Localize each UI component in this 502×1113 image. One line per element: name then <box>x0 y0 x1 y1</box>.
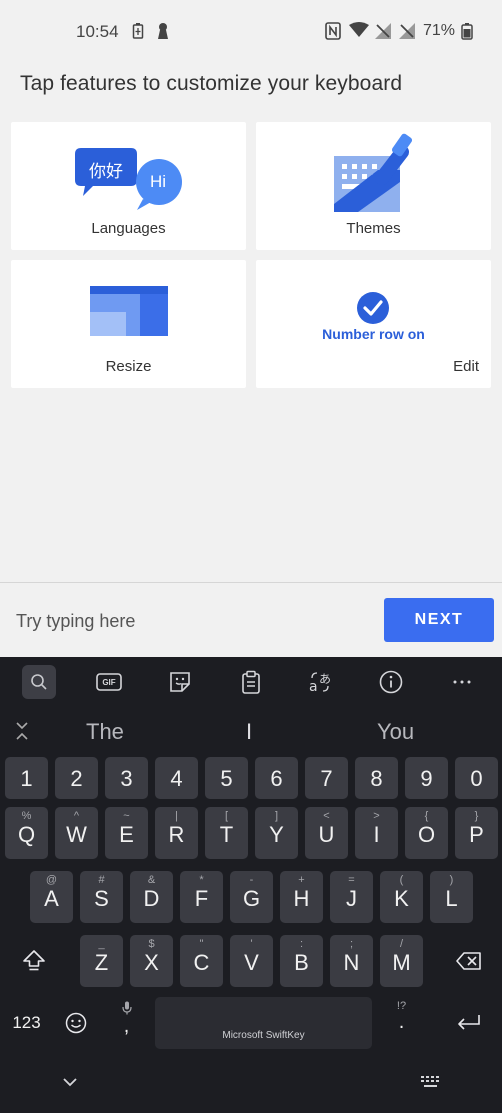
typing-input[interactable]: Try typing here <box>16 611 135 632</box>
chevron-down-icon[interactable] <box>62 1075 78 1093</box>
svg-text:あ: あ <box>319 672 331 686</box>
enter-key[interactable] <box>440 997 498 1049</box>
backspace-key[interactable] <box>440 935 498 987</box>
key-v[interactable]: ' V <box>230 935 273 987</box>
key-x[interactable]: $ X <box>130 935 173 987</box>
input-row: Try typing here NEXT <box>0 583 502 657</box>
battery-icon <box>461 22 473 45</box>
languages-card[interactable]: 你好 Hi Languages <box>11 122 246 250</box>
next-button[interactable]: NEXT <box>384 598 494 642</box>
suggestion-2[interactable]: I <box>246 719 252 745</box>
key-s[interactable]: # S <box>80 871 123 923</box>
key-z[interactable]: _ Z <box>80 935 123 987</box>
more-icon[interactable] <box>445 665 479 699</box>
themes-label: Themes <box>346 220 401 237</box>
battery-percent: 71% <box>423 22 456 39</box>
edit-card[interactable]: Number row on Edit <box>256 260 491 388</box>
key-f[interactable]: * F <box>180 871 223 923</box>
status-bar: 10:54 71% <box>0 0 502 46</box>
page-title: Tap features to customize your keyboard <box>20 72 403 95</box>
hi-bubble-text: Hi <box>150 172 167 191</box>
key-b[interactable]: :B <box>280 935 323 987</box>
emoji-key[interactable] <box>55 997 98 1049</box>
keyboard: GIF a あ The I You 1 2 3 4 5 6 7 8 9 0 % Q… <box>0 657 502 1113</box>
key-8[interactable]: 8 <box>355 757 398 799</box>
wifi-icon <box>349 22 369 43</box>
resize-label: Resize <box>105 358 152 375</box>
key-0[interactable]: 0 <box>455 757 498 799</box>
signal-off-icon <box>374 22 392 45</box>
translate-icon[interactable]: a あ <box>304 665 338 699</box>
key-9[interactable]: 9 <box>405 757 448 799</box>
key-j[interactable]: = J <box>330 871 373 923</box>
key-k[interactable]: (K <box>380 871 423 923</box>
number-row-status: Number row on <box>322 326 425 342</box>
key-c[interactable]: " C <box>180 935 223 987</box>
key-y[interactable]: ] Y <box>255 807 298 859</box>
gif-label: GIF <box>102 677 116 687</box>
key-l[interactable]: ) L <box>430 871 473 923</box>
keyhole-icon <box>156 22 170 45</box>
chinese-bubble-text: 你好 <box>89 162 123 182</box>
key-u[interactable]: < U <box>305 807 348 859</box>
key-n[interactable]: ; N <box>330 935 373 987</box>
check-circle-icon <box>356 291 390 330</box>
nfc-icon <box>325 22 341 45</box>
customize-panel: Tap features to customize your keyboard … <box>0 46 502 582</box>
battery-saver-icon <box>132 22 144 45</box>
collapse-icon[interactable] <box>10 719 34 743</box>
key-m[interactable]: / M <box>380 935 423 987</box>
sticker-icon[interactable] <box>163 665 197 699</box>
key-t[interactable]: [T <box>205 807 248 859</box>
enter-icon <box>456 1013 482 1038</box>
shift-key[interactable] <box>5 935 63 987</box>
period-key[interactable]: !? . <box>380 997 423 1049</box>
key-e[interactable]: ~ E <box>105 807 148 859</box>
key-5[interactable]: 5 <box>205 757 248 799</box>
key-w[interactable]: ^ W <box>55 807 98 859</box>
key-r[interactable]: | R <box>155 807 198 859</box>
key-a[interactable]: @ A <box>30 871 73 923</box>
key-1[interactable]: 1 <box>5 757 48 799</box>
shift-icon <box>22 949 46 978</box>
spacebar[interactable]: Microsoft SwiftKey <box>155 997 372 1049</box>
resize-card[interactable]: Resize <box>11 260 246 388</box>
key-g[interactable]: -G <box>230 871 273 923</box>
languages-label: Languages <box>91 220 166 237</box>
resize-illustration-icon <box>90 286 168 343</box>
key-h[interactable]: + H <box>280 871 323 923</box>
key-3[interactable]: 3 <box>105 757 148 799</box>
clipboard-icon[interactable] <box>234 665 268 699</box>
key-2[interactable]: 2 <box>55 757 98 799</box>
key-o[interactable]: {O <box>405 807 448 859</box>
key-7[interactable]: 7 <box>305 757 348 799</box>
key-d[interactable]: & D <box>130 871 173 923</box>
themes-illustration-icon <box>330 130 420 221</box>
key-q[interactable]: % Q <box>5 807 48 859</box>
themes-card[interactable]: Themes <box>256 122 491 250</box>
emoji-icon <box>65 1012 87 1039</box>
key-p[interactable]: } P <box>455 807 498 859</box>
mode-123-key[interactable]: 123 <box>5 997 48 1049</box>
search-icon[interactable] <box>22 665 56 699</box>
comma-key[interactable]: , <box>105 997 148 1049</box>
gif-icon[interactable]: GIF <box>92 665 126 699</box>
info-icon[interactable] <box>374 665 408 699</box>
edit-label: Edit <box>453 358 479 375</box>
key-6[interactable]: 6 <box>255 757 298 799</box>
keyboard-switch-icon[interactable] <box>420 1075 442 1094</box>
suggestion-3[interactable]: You <box>377 719 414 745</box>
key-4[interactable]: 4 <box>155 757 198 799</box>
clock: 10:54 <box>76 22 119 41</box>
key-i[interactable]: > I <box>355 807 398 859</box>
signal-off-icon-2 <box>398 22 416 45</box>
suggestion-1[interactable]: The <box>86 719 124 745</box>
backspace-icon <box>456 951 482 976</box>
svg-text:a: a <box>309 679 318 694</box>
